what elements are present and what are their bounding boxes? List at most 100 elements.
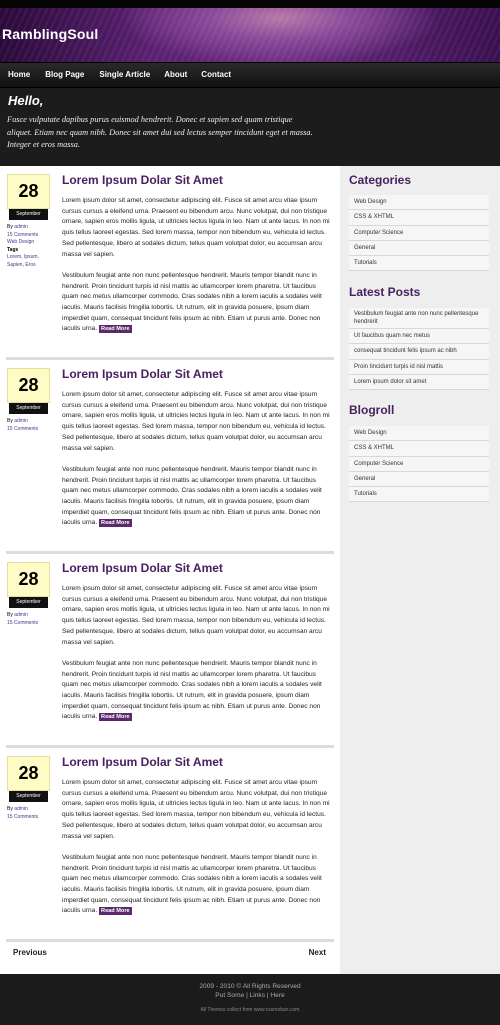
post-date-month: September [9, 403, 48, 414]
post-paragraph-2-text: Vestibulum feugiat ante non nunc pellent… [62, 465, 322, 527]
nav-single-article[interactable]: Single Article [91, 63, 150, 87]
post-date-day: 28 [7, 174, 50, 209]
categories-list: Web Design CSS & XHTML Computer Science … [349, 195, 489, 272]
read-more-button[interactable]: Read More [99, 713, 132, 722]
comments-link[interactable]: 15 Comments [7, 232, 53, 240]
post-meta: By admin 15 Comments [7, 612, 53, 627]
category-item[interactable]: Tutorials [349, 256, 489, 272]
post-date-day: 28 [7, 756, 50, 791]
main-navigation: Home Blog Page Single Article About Cont… [0, 62, 500, 88]
category-item[interactable]: Web Design [349, 195, 489, 211]
author-link[interactable]: admin [14, 612, 28, 618]
blogroll-item[interactable]: Computer Science [349, 456, 489, 472]
footer-credit[interactable]: All Themes collect from www.cssmoban.com [0, 1007, 500, 1013]
intro-band: Hello, Fusce vulputate dapibus purus eui… [0, 88, 500, 166]
post-date-month: September [9, 209, 48, 220]
post-title[interactable]: Lorem Ipsum Dolar Sit Amet [62, 755, 223, 769]
blogroll-title: Blogroll [349, 403, 395, 417]
nav-blog-page[interactable]: Blog Page [37, 63, 84, 87]
category-item[interactable]: Computer Science [349, 225, 489, 241]
nav-home[interactable]: Home [0, 63, 30, 87]
latest-post-item[interactable]: Proin tincidunt turpis id nisl mattis [349, 359, 489, 375]
nav-contact[interactable]: Contact [193, 63, 231, 87]
post-meta: By admin 15 Comments [7, 418, 53, 433]
blogroll-item[interactable]: Tutorials [349, 487, 489, 503]
tags-links[interactable]: Lorem, Ipsum, Sapien, Eros [7, 254, 53, 269]
post-body: Lorem ipsum dolor sit amet, consectetur … [62, 778, 334, 928]
post-body: Lorem ipsum dolor sit amet, consectetur … [62, 390, 334, 540]
post-meta: By admin 15 Comments [7, 806, 53, 821]
tags-label: Tags [7, 246, 19, 253]
post-paragraph-1: Lorem ipsum dolor sit amet, consectetur … [62, 197, 330, 258]
post-paragraph-2-text: Vestibulum feugiat ante non nunc pellent… [62, 271, 322, 333]
next-page-link[interactable]: Next [309, 948, 326, 957]
post-date-day: 28 [7, 368, 50, 403]
previous-page-link[interactable]: Previous [13, 948, 47, 957]
author-link[interactable]: admin [14, 806, 28, 812]
latest-posts-title: Latest Posts [349, 285, 421, 299]
site-title[interactable]: RamblingSoul [2, 26, 99, 42]
post-4: 28 September By admin 15 Comments Lorem … [0, 748, 340, 942]
pagination: Previous Next [6, 943, 334, 963]
footer-links[interactable]: Put Some | Links | Here [0, 992, 500, 999]
latest-post-item[interactable]: Ut faucibus quam nec metus [349, 329, 489, 345]
category-item[interactable]: General [349, 240, 489, 257]
category-item[interactable]: CSS & XHTML [349, 210, 489, 226]
blogroll-item[interactable]: General [349, 471, 489, 488]
blogroll-list: Web Design CSS & XHTML Computer Science … [349, 426, 489, 503]
intro-text: Fusce vulputate dapibus purus euismod he… [7, 115, 313, 150]
blogroll-item[interactable]: Web Design [349, 426, 489, 442]
header-top-strip [0, 0, 500, 8]
post-1: 28 September By admin 15 Comments Web De… [0, 166, 340, 360]
nav-about[interactable]: About [156, 63, 187, 87]
comments-link[interactable]: 15 Comments [7, 620, 53, 628]
latest-post-item[interactable]: consequat tincidunt felis ipsum ac nibh [349, 344, 489, 360]
author-link[interactable]: admin [14, 224, 28, 230]
comments-link[interactable]: 15 Comments [7, 426, 53, 434]
post-paragraph-1: Lorem ipsum dolor sit amet, consectetur … [62, 779, 330, 840]
post-paragraph-1: Lorem ipsum dolor sit amet, consectetur … [62, 585, 330, 646]
footer: 2009 - 2010 © All Rights Reserved Put So… [0, 974, 500, 1025]
read-more-button[interactable]: Read More [99, 519, 132, 528]
by-label: By [7, 224, 13, 230]
post-body: Lorem ipsum dolor sit amet, consectetur … [62, 584, 334, 734]
blogroll-item[interactable]: CSS & XHTML [349, 441, 489, 457]
post-date: 28 September [7, 174, 50, 221]
post-paragraph-2: Vestibulum feugiat ante non nunc pellent… [62, 853, 334, 917]
post-paragraph-2-text: Vestibulum feugiat ante non nunc pellent… [62, 659, 322, 721]
post-date-month: September [9, 597, 48, 608]
post-paragraph-2: Vestibulum feugiat ante non nunc pellent… [62, 465, 334, 529]
post-divider [6, 939, 334, 942]
post-paragraph-2: Vestibulum feugiat ante non nunc pellent… [62, 659, 334, 723]
read-more-button[interactable]: Read More [99, 907, 132, 916]
intro-title: Hello, [8, 93, 44, 108]
latest-posts-list: Vestibulum feugiat ante non nunc pellent… [349, 308, 489, 391]
footer-copyright: 2009 - 2010 © All Rights Reserved [199, 983, 301, 990]
post-date-month: September [9, 791, 48, 802]
post-body: Lorem ipsum dolor sit amet, consectetur … [62, 196, 334, 346]
categories-title: Categories [349, 173, 412, 187]
post-2: 28 September By admin 15 Comments Lorem … [0, 360, 340, 554]
category-link[interactable]: Web Design [7, 239, 53, 247]
post-title[interactable]: Lorem Ipsum Dolar Sit Amet [62, 561, 223, 575]
latest-post-item[interactable]: Vestibulum feugiat ante non nunc pellent… [349, 308, 489, 329]
by-label: By [7, 418, 13, 424]
comments-link[interactable]: 15 Comments [7, 814, 53, 822]
author-link[interactable]: admin [14, 418, 28, 424]
post-title[interactable]: Lorem Ipsum Dolar Sit Amet [62, 367, 223, 381]
by-label: By [7, 806, 13, 812]
page: RamblingSoul Home Blog Page Single Artic… [0, 0, 500, 1025]
post-3: 28 September By admin 15 Comments Lorem … [0, 554, 340, 748]
post-meta: By admin 15 Comments Web Design Tags Lor… [7, 224, 53, 269]
post-date: 28 September [7, 368, 50, 415]
post-date-day: 28 [7, 562, 50, 597]
post-paragraph-2-text: Vestibulum feugiat ante non nunc pellent… [62, 853, 322, 915]
read-more-button[interactable]: Read More [99, 325, 132, 334]
content-column: 28 September By admin 15 Comments Web De… [0, 166, 340, 974]
post-title[interactable]: Lorem Ipsum Dolar Sit Amet [62, 173, 223, 187]
latest-post-item[interactable]: Lorem ipsum dolor sit amet [349, 374, 489, 391]
sidebar: Categories Latest Posts Blogroll [340, 166, 500, 974]
post-paragraph-1: Lorem ipsum dolor sit amet, consectetur … [62, 391, 330, 452]
post-date: 28 September [7, 562, 50, 609]
post-paragraph-2: Vestibulum feugiat ante non nunc pellent… [62, 271, 334, 335]
